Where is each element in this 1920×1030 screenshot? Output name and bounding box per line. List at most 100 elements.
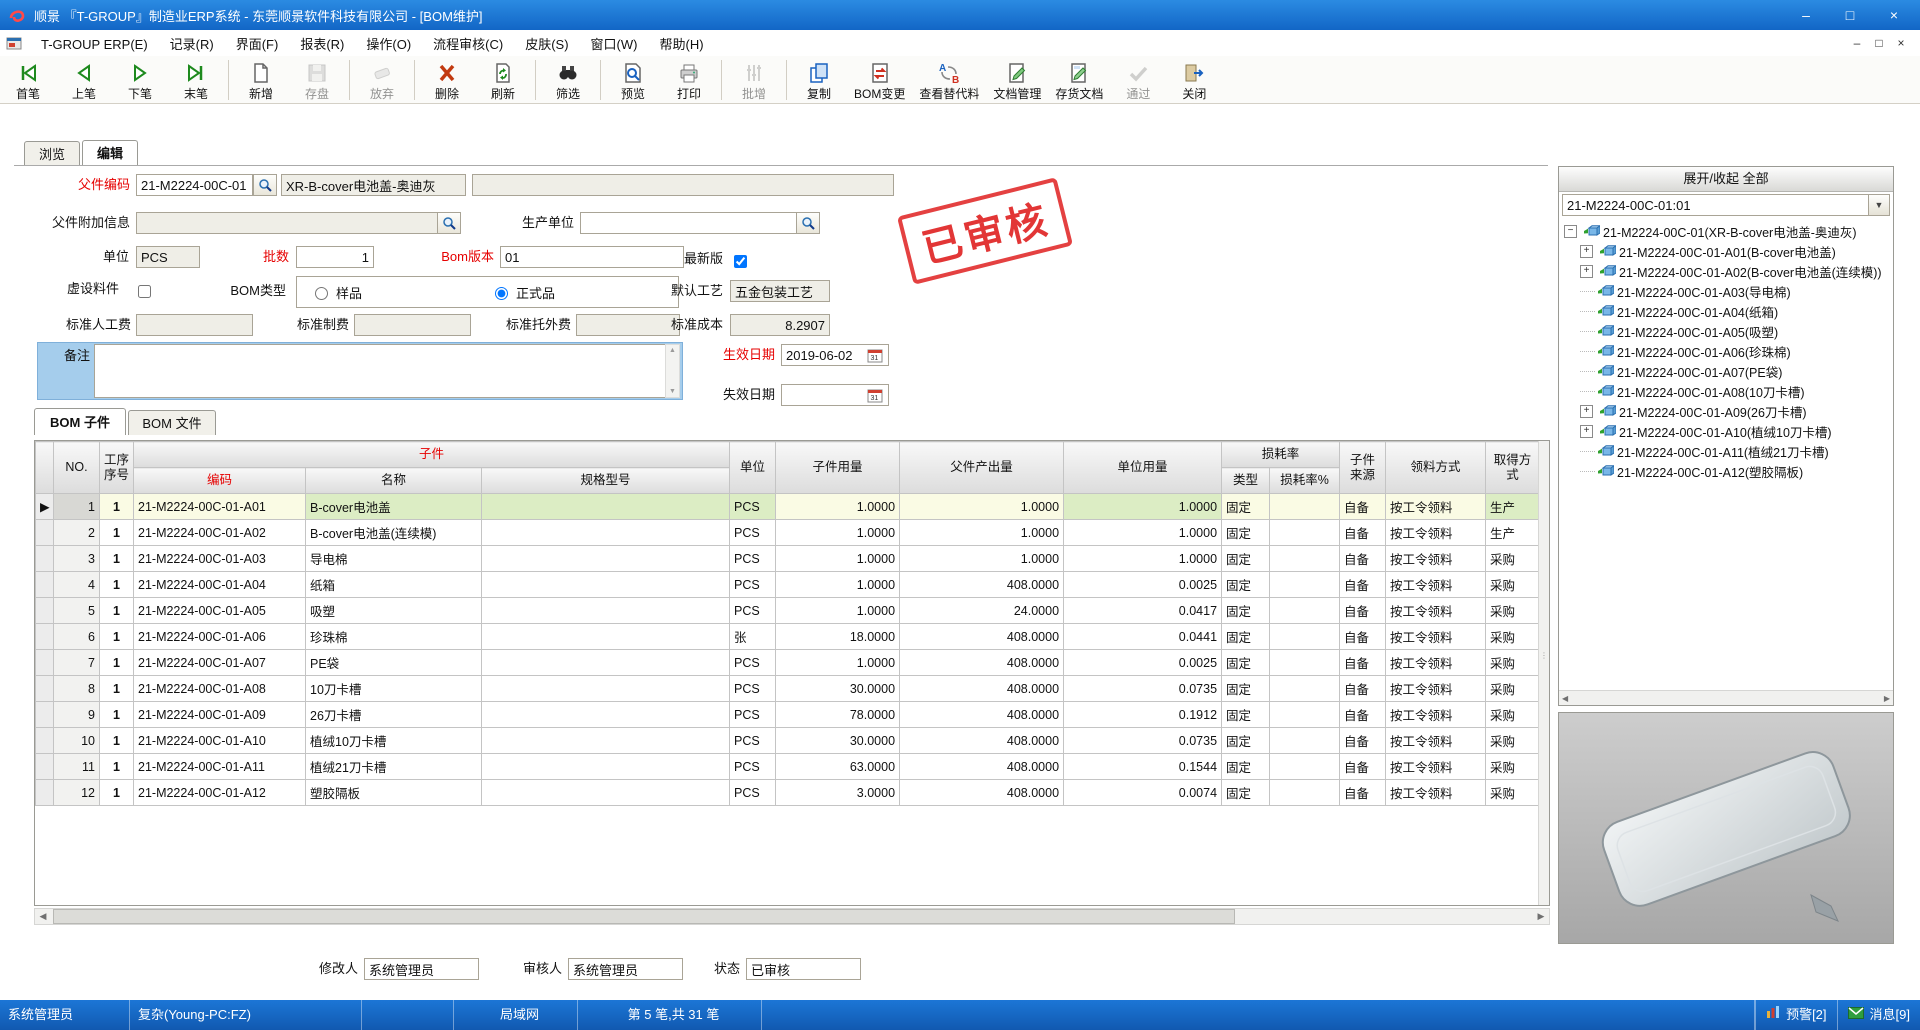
header-pick-method[interactable]: 领料方式 xyxy=(1386,442,1486,494)
parent-code-field[interactable] xyxy=(136,174,253,196)
scroll-left-icon[interactable]: ◀ xyxy=(35,911,51,922)
header-source[interactable]: 子件来源 xyxy=(1340,442,1386,494)
bom-child-row[interactable]: 4121-M2224-00C-01-A04纸箱PCS1.0000408.0000… xyxy=(36,572,1540,598)
delete-button[interactable]: 删除 xyxy=(419,59,475,103)
header-loss-rate[interactable]: 损耗率% xyxy=(1270,468,1340,494)
maximize-button[interactable]: □ xyxy=(1828,0,1872,30)
expand-icon[interactable]: + xyxy=(1580,245,1593,258)
menu-item-skin[interactable]: 皮肤(S) xyxy=(514,37,579,52)
expire-date-calendar-button[interactable]: 31 xyxy=(864,386,886,404)
mdi-restore-button[interactable]: □ xyxy=(1868,36,1890,50)
tree-item[interactable]: 21-M2224-00C-01-A07(PE袋) xyxy=(1559,361,1893,381)
refresh-button[interactable]: 刷新 xyxy=(475,59,531,103)
header-loss-type[interactable]: 类型 xyxy=(1222,468,1270,494)
bom-type-option-formal[interactable]: 正式品 xyxy=(490,281,555,303)
tree-item[interactable]: 21-M2224-00C-01-A12(塑胶隔板) xyxy=(1559,461,1893,481)
menu-item-tgroup-erp[interactable]: T-GROUP ERP(E) xyxy=(30,37,159,52)
inventory-doc-button[interactable]: 存货文档 xyxy=(1048,59,1110,103)
scroll-left-icon[interactable]: ◀ xyxy=(1562,694,1568,703)
minimize-button[interactable]: – xyxy=(1784,0,1828,30)
grid-horizontal-scrollbar[interactable]: ◀ ▶ xyxy=(34,908,1550,925)
header-acquire[interactable]: 取得方式 xyxy=(1486,442,1540,494)
bom-child-row[interactable]: 3121-M2224-00C-01-A03导电棉PCS1.00001.00001… xyxy=(36,546,1540,572)
tree-horizontal-scrollbar[interactable]: ◀ ▶ xyxy=(1559,690,1893,705)
tab-edit[interactable]: 编辑 xyxy=(82,140,138,166)
statusbar-alert[interactable]: 预警[2] xyxy=(1755,1000,1836,1030)
prod-unit-lookup-button[interactable] xyxy=(796,212,820,234)
tree-item[interactable]: 21-M2224-00C-01-A04(纸箱) xyxy=(1559,301,1893,321)
copy-button[interactable]: 复制 xyxy=(791,59,847,103)
tree-item[interactable]: +21-M2224-00C-01-A01(B-cover电池盖) xyxy=(1559,241,1893,261)
bom-child-row[interactable]: 12121-M2224-00C-01-A12塑胶隔板PCS3.0000408.0… xyxy=(36,780,1540,806)
batch-field[interactable] xyxy=(296,246,374,268)
parent-extra-lookup-button[interactable] xyxy=(437,212,461,234)
doc-manage-button[interactable]: 文档管理 xyxy=(986,59,1048,103)
header-child-qty[interactable]: 子件用量 xyxy=(776,442,900,494)
menu-item-help[interactable]: 帮助(H) xyxy=(648,37,714,52)
grid-vertical-scrollbar[interactable]: ⋮ xyxy=(1538,441,1549,905)
bom-child-row[interactable]: 9121-M2224-00C-01-A0926刀卡槽PCS78.0000408.… xyxy=(36,702,1540,728)
collapse-icon[interactable]: − xyxy=(1564,225,1577,238)
remark-textarea[interactable] xyxy=(94,344,666,398)
preview-button[interactable]: 预览 xyxy=(605,59,661,103)
mdi-minimize-button[interactable]: – xyxy=(1846,36,1868,50)
tree-item[interactable]: 21-M2224-00C-01-A05(吸塑) xyxy=(1559,321,1893,341)
tree-item[interactable]: −21-M2224-00C-01(XR-B-cover电池盖-奥迪灰) xyxy=(1559,221,1893,241)
tree-item[interactable]: +21-M2224-00C-01-A02(B-cover电池盖(连续模)) xyxy=(1559,261,1893,281)
expand-icon[interactable]: + xyxy=(1580,265,1593,278)
tab-browse[interactable]: 浏览 xyxy=(24,141,80,166)
expand-icon[interactable]: + xyxy=(1580,425,1593,438)
formal-radio[interactable] xyxy=(495,287,508,300)
last-button[interactable]: 末笔 xyxy=(168,59,224,103)
menu-item-interface[interactable]: 界面(F) xyxy=(225,37,290,52)
header-seq[interactable]: 工序序号 xyxy=(100,442,134,494)
tree-item[interactable]: 21-M2224-00C-01-A06(珍珠棉) xyxy=(1559,341,1893,361)
chevron-down-icon[interactable]: ▼ xyxy=(1868,195,1889,215)
bom-child-row[interactable]: 6121-M2224-00C-01-A06珍珠棉张18.0000408.0000… xyxy=(36,624,1540,650)
scroll-right-icon[interactable]: ▶ xyxy=(1533,911,1549,922)
close-button[interactable]: 关闭 xyxy=(1166,59,1222,103)
bom-child-row[interactable]: 8121-M2224-00C-01-A0810刀卡槽PCS30.0000408.… xyxy=(36,676,1540,702)
close-button[interactable]: × xyxy=(1872,0,1916,30)
bom-version-combo[interactable]: 21-M2224-00C-01:01 ▼ xyxy=(1562,194,1890,216)
tree-item[interactable]: +21-M2224-00C-01-A09(26刀卡槽) xyxy=(1559,401,1893,421)
parent-extra-field[interactable] xyxy=(136,212,438,234)
prev-button[interactable]: 上笔 xyxy=(56,59,112,103)
first-button[interactable]: 首笔 xyxy=(0,59,56,103)
tree-item[interactable]: 21-M2224-00C-01-A11(植绒21刀卡槽) xyxy=(1559,441,1893,461)
bom-child-row[interactable]: 5121-M2224-00C-01-A05吸塑PCS1.000024.00000… xyxy=(36,598,1540,624)
mdi-close-button[interactable]: × xyxy=(1890,36,1912,50)
menu-item-flow-audit[interactable]: 流程审核(C) xyxy=(422,37,514,52)
next-button[interactable]: 下笔 xyxy=(112,59,168,103)
menu-item-report[interactable]: 报表(R) xyxy=(289,37,355,52)
latest-version-checkbox[interactable] xyxy=(734,255,747,268)
menu-item-operate[interactable]: 操作(O) xyxy=(355,37,422,52)
virtual-part-checkbox[interactable] xyxy=(138,285,151,298)
bom-child-row[interactable]: 7121-M2224-00C-01-A07PE袋PCS1.0000408.000… xyxy=(36,650,1540,676)
expand-collapse-all-button[interactable]: 展开/收起 全部 xyxy=(1559,167,1893,192)
filter-button[interactable]: 筛选 xyxy=(540,59,596,103)
tree-item[interactable]: 21-M2224-00C-01-A08(10刀卡槽) xyxy=(1559,381,1893,401)
print-button[interactable]: 打印 xyxy=(661,59,717,103)
bom-child-row[interactable]: 2121-M2224-00C-01-A02B-cover电池盖(连续模)PCS1… xyxy=(36,520,1540,546)
prod-unit-field[interactable] xyxy=(580,212,797,234)
scroll-right-icon[interactable]: ▶ xyxy=(1884,694,1890,703)
scrollbar-thumb[interactable] xyxy=(53,909,1235,924)
header-parent-output[interactable]: 父件产出量 xyxy=(900,442,1064,494)
effective-date-calendar-button[interactable]: 31 xyxy=(864,346,886,364)
tree-item[interactable]: +21-M2224-00C-01-A10(植绒10刀卡槽) xyxy=(1559,421,1893,441)
bom-child-row[interactable]: 10121-M2224-00C-01-A10植绒10刀卡槽PCS30.00004… xyxy=(36,728,1540,754)
bom-type-option-sample[interactable]: 样品 xyxy=(310,281,362,303)
header-spec[interactable]: 规格型号 xyxy=(482,468,730,494)
expand-icon[interactable]: + xyxy=(1580,405,1593,418)
tab-bom-file[interactable]: BOM 文件 xyxy=(128,410,216,435)
bom-child-row[interactable]: ▶1121-M2224-00C-01-A01B-cover电池盖PCS1.000… xyxy=(36,494,1540,520)
new-button[interactable]: 新增 xyxy=(233,59,289,103)
header-unit[interactable]: 单位 xyxy=(730,442,776,494)
tree-item[interactable]: 21-M2224-00C-01-A03(导电棉) xyxy=(1559,281,1893,301)
header-unit-qty[interactable]: 单位用量 xyxy=(1064,442,1222,494)
bom-change-button[interactable]: BOM变更 xyxy=(847,59,912,103)
sample-radio[interactable] xyxy=(315,287,328,300)
header-code[interactable]: 编码 xyxy=(134,468,306,494)
bom-child-row[interactable]: 11121-M2224-00C-01-A11植绒21刀卡槽PCS63.00004… xyxy=(36,754,1540,780)
